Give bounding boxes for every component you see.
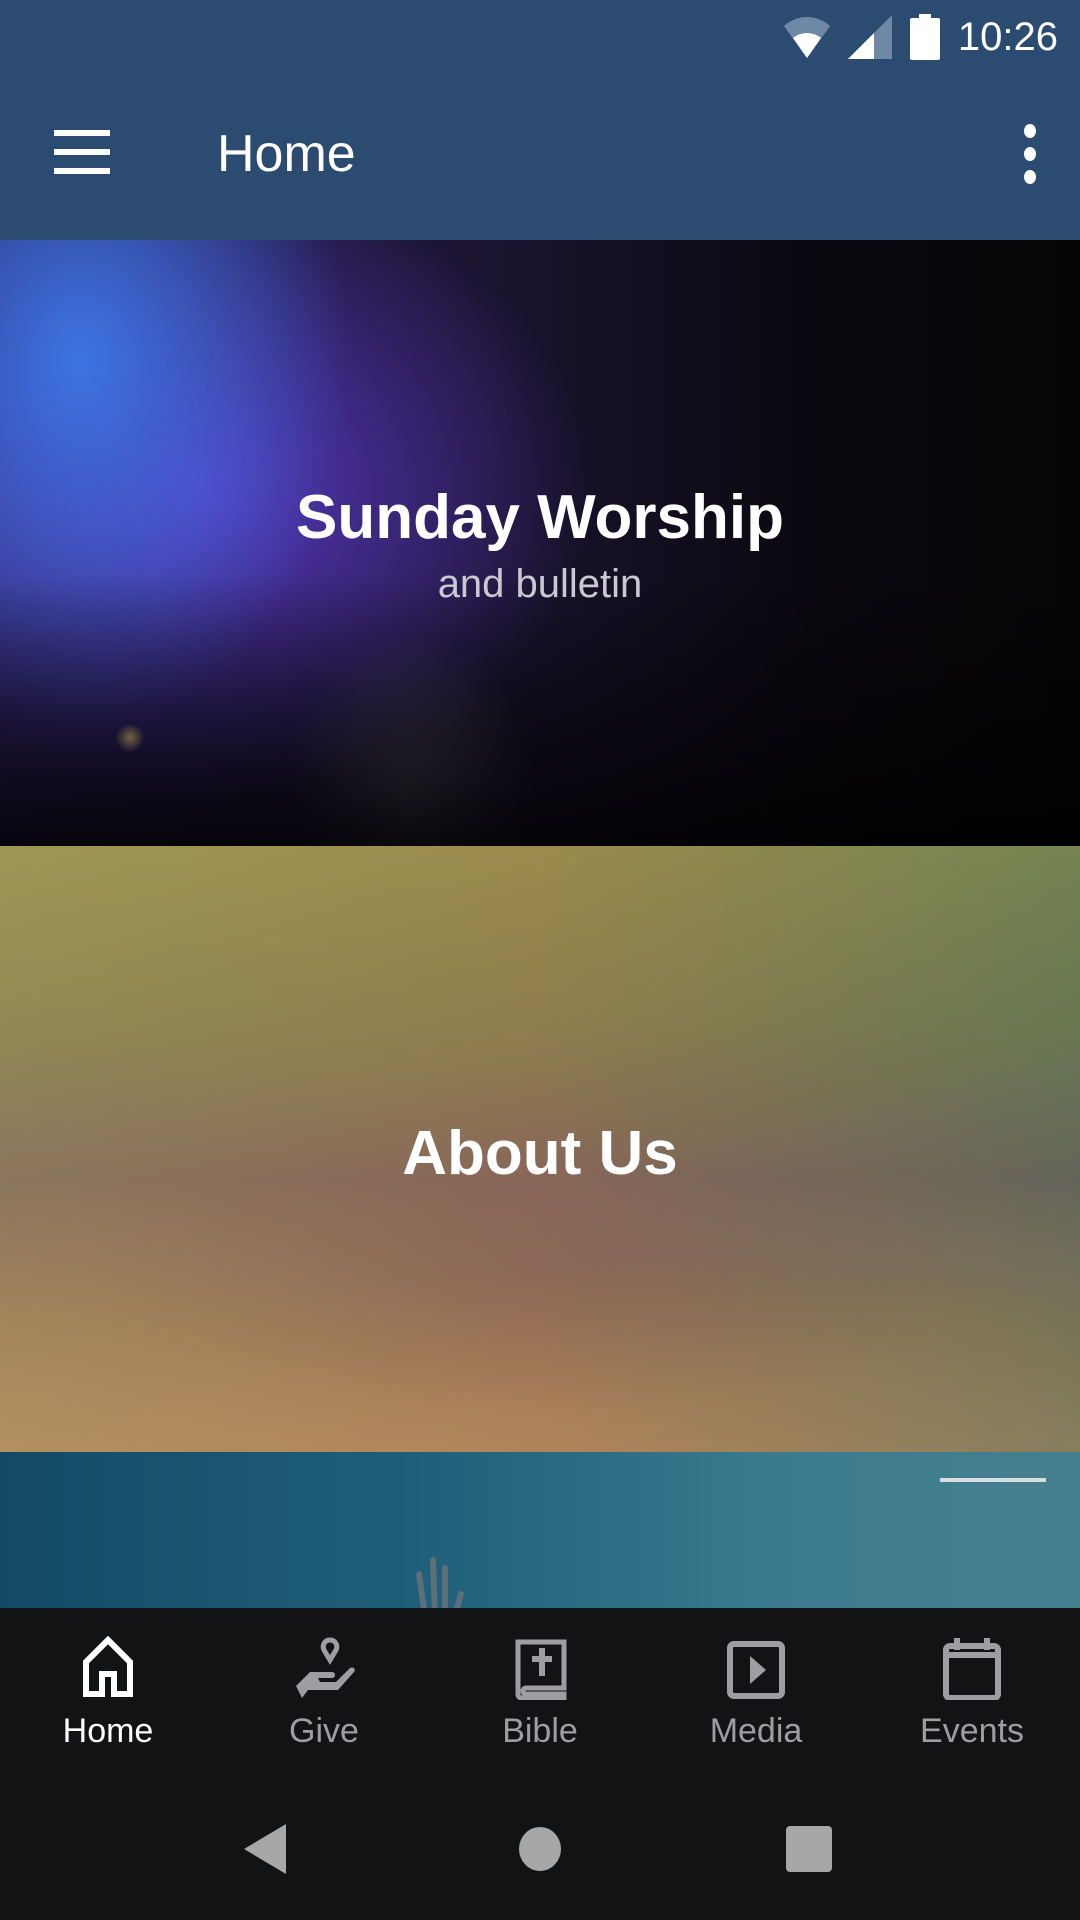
sunday-worship-card[interactable]: Sunday Worship and bulletin [0,240,1080,846]
featured-card[interactable] [0,1452,1080,1608]
wifi-icon [783,17,830,58]
system-navigation-bar [0,1760,1080,1920]
nav-tab-events[interactable]: Events [864,1608,1080,1760]
media-play-icon [727,1641,785,1699]
status-time: 10:26 [957,14,1058,59]
give-hand-heart-icon [296,1637,355,1698]
bible-icon [515,1639,567,1700]
more-vert-icon[interactable] [1010,124,1050,184]
nav-label: Bible [502,1712,578,1750]
home-icon [83,1636,133,1697]
page-title: Home [217,125,356,183]
nav-tab-home[interactable]: Home [0,1608,216,1760]
nav-tab-bible[interactable]: Bible [432,1608,648,1760]
back-icon[interactable] [244,1824,288,1874]
card-subtitle: and bulletin [437,562,643,606]
nav-tab-give[interactable]: Give [216,1608,432,1760]
nav-label: Give [289,1712,359,1750]
nav-label: Home [62,1712,154,1750]
bottom-navigation: Home Give Bible Media Events [0,1608,1080,1760]
home-circle-icon[interactable] [518,1826,562,1872]
card-title: Sunday Worship [295,483,784,552]
about-us-card[interactable]: About Us [0,846,1080,1452]
battery-icon [909,14,940,60]
card-indicator [940,1478,1046,1482]
recents-icon[interactable] [786,1826,832,1872]
app-bar: Home [0,72,1080,240]
cellular-signal-icon [847,15,892,59]
status-bar: 10:26 [0,0,1080,72]
calendar-icon [943,1638,1001,1700]
card-title: About Us [402,1119,678,1188]
nav-label: Events [920,1712,1024,1750]
nav-tab-media[interactable]: Media [648,1608,864,1760]
nav-label: Media [709,1712,803,1750]
hamburger-menu-icon[interactable] [54,130,110,174]
raised-hand-image [416,1557,464,1608]
